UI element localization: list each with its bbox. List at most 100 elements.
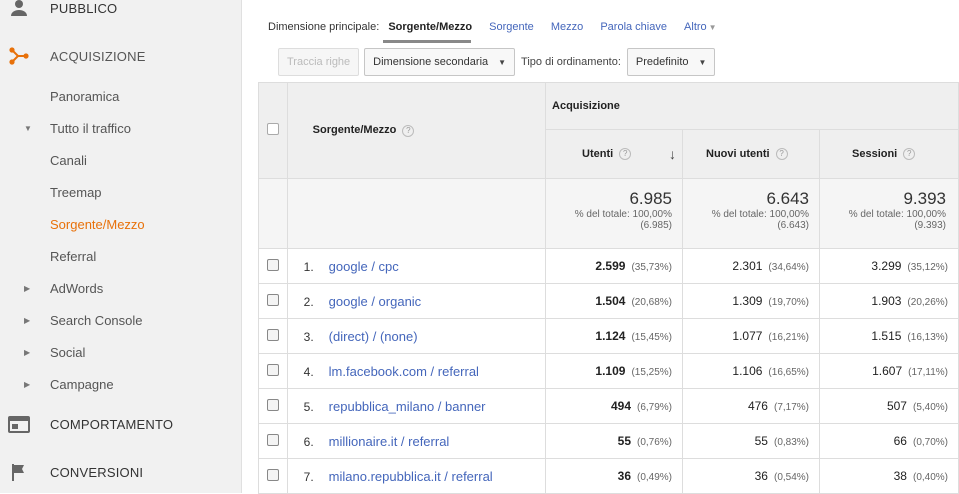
table-toolbar: Traccia righe Dimensione secondaria ▼ Tip… (278, 48, 716, 76)
help-icon[interactable]: ? (402, 124, 415, 137)
row-checkbox[interactable] (266, 328, 279, 341)
sidebar-item-tutto-il-traffico[interactable]: ▼ Tutto il traffico (0, 112, 242, 144)
dimension-option-sorgente[interactable]: Sorgente (489, 21, 534, 33)
sidebar-item-treemap[interactable]: Treemap (0, 176, 242, 208)
select-all-cell (258, 82, 288, 179)
sessions-total-pct: % del totale: 100,00% (848, 209, 946, 220)
row-index: 3. (303, 329, 314, 344)
dimension-option-parola-chiave[interactable]: Parola chiave (600, 21, 667, 33)
row-sessions-cell: 1.515 (16,13%) (819, 318, 959, 354)
row-select-cell (258, 388, 288, 424)
new-users-column-label: Nuovi utenti (706, 147, 770, 160)
row-new-users-share: (16,21%) (768, 332, 809, 343)
row-new-users-cell: 55 (0,83%) (682, 423, 820, 459)
row-checkbox[interactable] (266, 433, 279, 446)
select-all-checkbox[interactable] (266, 123, 279, 135)
row-select-cell (258, 458, 288, 494)
row-source-link[interactable]: lm.facebook.com / referral (329, 364, 479, 379)
report-main: Dimensione principale: Sorgente/Mezzo So… (258, 0, 959, 494)
row-checkbox[interactable] (266, 398, 279, 411)
users-column-header[interactable]: Utenti? ↓ (545, 129, 684, 179)
sidebar-item-label: AdWords (50, 280, 104, 296)
sidebar-item-adwords[interactable]: ▶ AdWords (0, 272, 242, 304)
row-new-users-value: 36 (754, 469, 768, 483)
users-column-label: Utenti (582, 147, 614, 160)
row-new-users-cell: 476 (7,17%) (682, 388, 820, 424)
row-new-users-share: (7,17%) (773, 402, 809, 413)
row-new-users-value: 55 (754, 434, 768, 448)
table-row: 4. lm.facebook.com / referral 1.109 (15,25%… (258, 353, 959, 389)
sidebar-section-acquisizione[interactable]: ACQUISIZIONE (0, 36, 242, 76)
primary-dimension-bar: Dimensione principale: Sorgente/Mezzo So… (268, 21, 717, 33)
new-users-total-value: 6.643 (766, 189, 809, 208)
primary-dimension-current: Sorgente/Mezzo (388, 21, 473, 33)
sidebar-item-referral[interactable]: Referral (0, 240, 242, 272)
row-checkbox[interactable] (266, 468, 279, 481)
row-new-users-value: 1.106 (732, 364, 763, 378)
sessions-column-header[interactable]: Sessioni? (819, 129, 959, 179)
row-users-cell: 1.124 (15,45%) (545, 318, 684, 354)
totals-spacer (286, 178, 547, 249)
sidebar-item-canali[interactable]: Canali (0, 144, 242, 176)
dimension-more-dropdown[interactable]: Altro ▼ (684, 21, 717, 33)
sidebar-item-campagne[interactable]: ▶ Campagne (0, 368, 242, 400)
sidebar-section-label: PUBBLICO (50, 0, 118, 16)
row-checkbox[interactable] (266, 363, 279, 376)
sidebar-item-panoramica[interactable]: Panoramica (0, 80, 242, 112)
sidebar-item-label: Sorgente/Mezzo (50, 216, 145, 232)
row-index: 7. (303, 469, 314, 484)
sidebar-item-sorgente-mezzo[interactable]: Sorgente/Mezzo (0, 208, 242, 240)
row-checkbox[interactable] (266, 258, 279, 271)
row-users-value: 55 (617, 434, 631, 448)
secondary-dimension-dropdown[interactable]: Dimensione secondaria ▼ (364, 48, 516, 76)
caret-down-icon: ▼ (698, 57, 707, 67)
primary-dimension-label: Dimensione principale: (268, 21, 380, 33)
triangle-right-icon: ▶ (24, 315, 31, 325)
sidebar-section-conversioni[interactable]: CONVERSIONI (0, 452, 242, 492)
row-sessions-value: 3.299 (871, 259, 902, 273)
help-icon[interactable]: ? (619, 148, 632, 161)
row-source-link[interactable]: milano.repubblica.it / referral (329, 469, 493, 484)
row-checkbox[interactable] (266, 293, 279, 306)
sidebar-section-label: COMPORTAMENTO (50, 416, 174, 432)
new-users-total-of: (6.643) (777, 220, 809, 231)
row-source-link[interactable]: (direct) / (none) (329, 329, 418, 344)
totals-spacer (258, 178, 288, 249)
table-row: 3. (direct) / (none) 1.124 (15,45%) 1.077 (16… (258, 318, 959, 354)
row-new-users-cell: 36 (0,54%) (682, 458, 820, 494)
row-users-share: (15,45%) (631, 332, 673, 343)
row-users-cell: 2.599 (35,73%) (545, 248, 684, 284)
row-dimension-cell: 5. repubblica_milano / banner (286, 388, 547, 424)
row-sessions-share: (35,12%) (907, 262, 948, 273)
new-users-column-header[interactable]: Nuovi utenti? (682, 129, 820, 179)
row-source-link[interactable]: google / cpc (329, 259, 399, 274)
row-sessions-value: 507 (886, 399, 907, 413)
dimension-option-mezzo[interactable]: Mezzo (551, 21, 583, 33)
sidebar-item-label: Canali (50, 152, 87, 168)
row-users-share: (15,25%) (631, 367, 673, 378)
plot-rows-button[interactable]: Traccia righe (278, 48, 360, 76)
table-group-header-row: Sorgente/Mezzo? Acquisizione (258, 82, 959, 179)
sidebar-item-label: Search Console (50, 312, 143, 328)
row-index: 6. (303, 434, 314, 449)
sidebar-item-search-console[interactable]: ▶ Search Console (0, 304, 242, 336)
acquisition-group-header: Acquisizione (545, 82, 959, 130)
help-icon[interactable]: ? (775, 148, 788, 161)
row-sessions-cell: 1.903 (20,26%) (819, 283, 959, 319)
row-source-link[interactable]: google / organic (329, 294, 422, 309)
sidebar: PUBBLICO ACQUISIZIONE Panoramica ▼ Tutto… (0, 0, 242, 493)
row-dimension-cell: 6. millionaire.it / referral (286, 423, 547, 459)
help-icon[interactable]: ? (903, 148, 916, 161)
row-select-cell (258, 283, 288, 319)
sidebar-section-pubblico[interactable]: PUBBLICO (0, 0, 242, 28)
sidebar-section-comportamento[interactable]: COMPORTAMENTO (0, 404, 242, 444)
row-select-cell (258, 318, 288, 354)
acquisition-icon (9, 47, 29, 65)
sort-type-dropdown[interactable]: Predefinito ▼ (626, 48, 716, 76)
sidebar-item-social[interactable]: ▶ Social (0, 336, 242, 368)
row-source-link[interactable]: repubblica_milano / banner (329, 399, 486, 414)
dimension-column-header[interactable]: Sorgente/Mezzo? (286, 82, 547, 179)
row-source-link[interactable]: millionaire.it / referral (329, 434, 450, 449)
new-users-total-pct: % del totale: 100,00% (711, 209, 809, 220)
users-total-of: (6.985) (640, 220, 673, 231)
